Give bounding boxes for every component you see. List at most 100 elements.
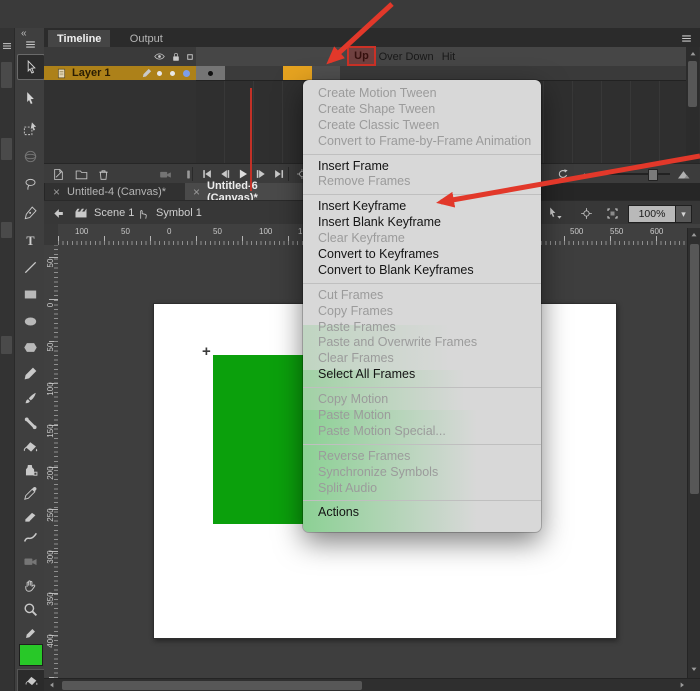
- timeline-zoom-handle[interactable]: [648, 169, 658, 181]
- new-folder-button[interactable]: [72, 166, 90, 182]
- camera-button[interactable]: [156, 166, 174, 182]
- polystar-tool[interactable]: [17, 335, 43, 359]
- new-layer-button[interactable]: [49, 166, 67, 182]
- scrollbar-thumb[interactable]: [62, 681, 362, 690]
- loop-button[interactable]: [554, 166, 572, 182]
- center-frame-icon[interactable]: [578, 205, 595, 221]
- document-tab[interactable]: ×Untitled-6 (Canvas)*: [185, 183, 311, 200]
- marker-button[interactable]: [179, 166, 197, 182]
- scroll-up-icon[interactable]: [688, 230, 700, 240]
- layer-lock-dot[interactable]: [170, 71, 175, 76]
- back-arrow-icon[interactable]: [50, 205, 66, 221]
- zoom-dropdown-arrow[interactable]: ▾: [675, 205, 692, 223]
- frame-cell-up[interactable]: [196, 66, 225, 81]
- frame-cell-hit-selected[interactable]: [283, 66, 312, 81]
- tab-output[interactable]: Output: [121, 30, 172, 47]
- panel-menu-icon[interactable]: [1, 40, 13, 52]
- menu-item-convert-to-frame-by-frame-animation: Convert to Frame-by-Frame Animation: [303, 134, 541, 150]
- selection-tool[interactable]: [17, 54, 45, 80]
- scrollbar-thumb[interactable]: [688, 61, 697, 107]
- menu-item-select-all-frames[interactable]: Select All Frames: [303, 367, 541, 383]
- scene-breadcrumb[interactable]: Scene 1: [94, 207, 134, 219]
- frame-column-label-hit[interactable]: Hit: [434, 49, 463, 64]
- menu-item-insert-keyframe[interactable]: Insert Keyframe: [303, 199, 541, 215]
- eyedropper-tool[interactable]: [17, 481, 43, 505]
- close-tab-icon[interactable]: ×: [193, 185, 200, 199]
- frame-column-label-over[interactable]: Over: [376, 49, 405, 64]
- frame-cell-empty[interactable]: [312, 66, 340, 81]
- scroll-left-icon[interactable]: [46, 680, 58, 690]
- menu-item-insert-frame[interactable]: Insert Frame: [303, 159, 541, 175]
- scroll-up-icon[interactable]: [686, 49, 699, 59]
- bone-tool[interactable]: [17, 411, 43, 435]
- document-tab[interactable]: ×Untitled-4 (Canvas)*: [45, 183, 186, 200]
- text-tool[interactable]: T: [17, 228, 43, 252]
- horizontal-scrollbar[interactable]: [44, 678, 700, 691]
- menu-item-convert-to-blank-keyframes[interactable]: Convert to Blank Keyframes: [303, 263, 541, 279]
- scrollbar-thumb[interactable]: [690, 244, 699, 494]
- line-tool[interactable]: [17, 255, 43, 279]
- hand-tool[interactable]: [17, 573, 43, 597]
- layer-row[interactable]: Layer 1: [44, 66, 196, 80]
- docked-panel-grip[interactable]: [1, 62, 12, 88]
- ink-bottle-tool[interactable]: [17, 458, 43, 482]
- docked-panel-grip[interactable]: [1, 336, 12, 354]
- pencil-tool[interactable]: [17, 361, 43, 385]
- menu-item-actions[interactable]: Actions: [303, 505, 541, 521]
- panel-menu-icon[interactable]: [678, 32, 694, 45]
- fill-color-icon: [17, 669, 45, 691]
- menu-items: Create Motion TweenCreate Shape TweenCre…: [303, 86, 541, 521]
- docked-panel-grip[interactable]: [1, 222, 12, 238]
- 3d-rotation-tool[interactable]: [17, 144, 43, 168]
- frame-column-label-down[interactable]: Down: [405, 49, 434, 64]
- show-hide-layers-icon[interactable]: [152, 49, 167, 64]
- edit-symbols-icon[interactable]: [546, 205, 564, 221]
- free-transform-tool[interactable]: [17, 116, 43, 140]
- menu-item-convert-to-keyframes[interactable]: Convert to Keyframes: [303, 247, 541, 263]
- ruler-number: 50: [46, 250, 56, 276]
- subselection-tool[interactable]: [17, 86, 43, 110]
- zoom-tool[interactable]: [17, 597, 43, 621]
- zoom-level-field[interactable]: 100%: [628, 205, 676, 223]
- width-tool[interactable]: [17, 525, 43, 549]
- lock-layers-icon[interactable]: [168, 49, 183, 64]
- frame-cell-down[interactable]: [254, 66, 284, 81]
- oval-tool[interactable]: [17, 309, 43, 333]
- frame-cells-empty[interactable]: [340, 66, 686, 81]
- lasso-tool[interactable]: [17, 172, 43, 196]
- eraser-tool[interactable]: [17, 503, 43, 527]
- paint-bucket-tool[interactable]: [17, 435, 43, 459]
- playhead[interactable]: [250, 88, 252, 191]
- scroll-down-icon[interactable]: [688, 664, 700, 674]
- menu-item-insert-blank-keyframe[interactable]: Insert Blank Keyframe: [303, 215, 541, 231]
- keyframe-dot: [208, 71, 213, 76]
- vertical-scrollbar[interactable]: [687, 228, 700, 678]
- stroke-color-swatch[interactable]: [19, 644, 43, 666]
- timeline-zoom-track[interactable]: [594, 173, 670, 175]
- timeline-zoom-in-icon[interactable]: [674, 166, 692, 182]
- panel-menu-icon[interactable]: [23, 38, 37, 50]
- ruler-number: 100: [75, 227, 88, 236]
- delete-layer-button[interactable]: [94, 166, 112, 182]
- pen-tool[interactable]: [17, 200, 43, 224]
- timeline-scrollbar[interactable]: [686, 47, 699, 163]
- ruler-number: 500: [570, 227, 583, 236]
- scroll-right-icon[interactable]: [676, 680, 688, 690]
- close-tab-icon[interactable]: ×: [53, 185, 60, 199]
- brush-tool[interactable]: [17, 386, 43, 410]
- layer-outline-icon[interactable]: [183, 50, 196, 63]
- symbol-breadcrumb[interactable]: Symbol 1: [156, 207, 202, 219]
- menu-item-paste-motion-special: Paste Motion Special...: [303, 424, 541, 440]
- menu-item-remove-frames: Remove Frames: [303, 174, 541, 190]
- layer-outline-color-dot[interactable]: [183, 70, 190, 77]
- selected-frame-header[interactable]: Up: [347, 46, 376, 66]
- timeline-zoom-out-icon[interactable]: [575, 166, 593, 182]
- frame-cell-over[interactable]: [225, 66, 255, 81]
- ruler-number: 200: [46, 460, 56, 486]
- clip-content-icon[interactable]: [604, 205, 621, 221]
- tab-timeline[interactable]: Timeline: [48, 30, 110, 47]
- docked-panel-grip[interactable]: [1, 138, 12, 160]
- camera-tool[interactable]: [17, 549, 43, 573]
- layer-visibility-dot[interactable]: [157, 71, 162, 76]
- rectangle-tool[interactable]: [17, 282, 43, 306]
